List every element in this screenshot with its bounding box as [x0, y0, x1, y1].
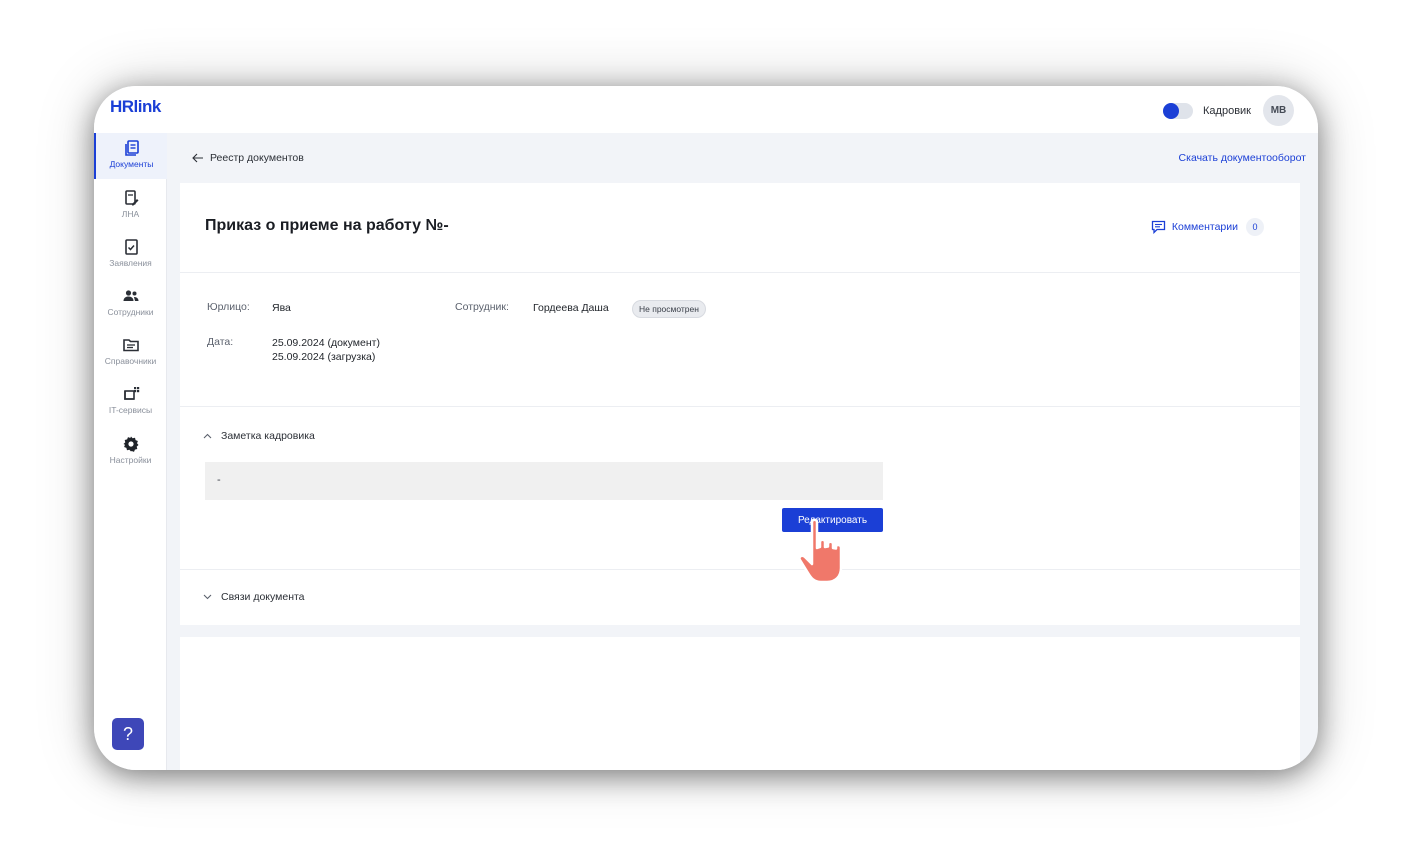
app-window: HRlink Кадровик МВ Документы ЛНА Заявлен… [94, 86, 1318, 770]
arrow-left-icon [192, 153, 203, 163]
sidebar: Документы ЛНА Заявления Сотрудники Справ… [94, 133, 167, 770]
applications-icon [124, 239, 138, 255]
divider [180, 406, 1300, 407]
role-switcher: Кадровик МВ [1163, 95, 1294, 126]
sidebar-item-label: Сотрудники [107, 307, 154, 317]
employee-value[interactable]: Гордеева Даша [533, 301, 609, 315]
back-link[interactable]: Реестр документов [192, 152, 304, 164]
chevron-up-icon [203, 433, 212, 439]
note-section-label: Заметка кадровика [221, 430, 315, 442]
sidebar-item-it-services[interactable]: IT-сервисы [94, 379, 167, 425]
breadcrumb: Реестр документов Скачать документооборо… [180, 133, 1306, 183]
date-label: Дата: [207, 336, 234, 348]
settings-icon [123, 436, 138, 452]
hr-note-text: - [205, 462, 883, 500]
role-toggle[interactable] [1163, 102, 1194, 119]
sidebar-item-label: Документы [109, 159, 154, 169]
employee-label: Сотрудник: [455, 301, 509, 313]
legal-entity-label: Юрлицо: [207, 301, 250, 313]
comments-count-badge: 0 [1246, 218, 1264, 236]
sidebar-item-applications[interactable]: Заявления [94, 232, 167, 278]
it-services-icon [123, 387, 139, 400]
sidebar-item-directories[interactable]: Справочники [94, 330, 167, 376]
toggle-knob [1163, 102, 1180, 119]
divider [180, 272, 1300, 273]
date-upload-value: 25.09.2024 (загрузка) [272, 351, 376, 363]
links-section-toggle[interactable]: Связи документа [203, 591, 305, 603]
top-bar: HRlink Кадровик МВ [94, 86, 1318, 133]
role-label: Кадровик [1203, 104, 1251, 117]
sidebar-item-settings[interactable]: Настройки [94, 429, 167, 475]
secondary-card [180, 637, 1300, 770]
page-title: Приказ о приеме на работу №- [205, 217, 449, 234]
sidebar-item-label: IT-сервисы [108, 405, 153, 415]
status-badge: Не просмотрен [632, 300, 706, 318]
sidebar-item-lna[interactable]: ЛНА [94, 183, 167, 229]
app-logo[interactable]: HRlink [110, 97, 161, 117]
help-button[interactable]: ? [112, 718, 144, 750]
document-card: Приказ о приеме на работу №- Комментарии… [180, 183, 1300, 625]
sidebar-item-label: Справочники [104, 356, 157, 366]
date-document-value: 25.09.2024 (документ) [272, 337, 380, 349]
hand-pointer-icon [798, 518, 843, 584]
legal-entity-value: Ява [272, 302, 291, 314]
documents-icon [124, 140, 139, 156]
links-section-label: Связи документа [221, 591, 305, 603]
comments-label: Комментарии [1171, 221, 1238, 233]
sidebar-item-label: Заявления [109, 258, 152, 268]
sidebar-item-employees[interactable]: Сотрудники [94, 281, 167, 327]
sidebar-item-label: Настройки [109, 455, 152, 465]
sidebar-item-documents[interactable]: Документы [94, 133, 167, 179]
download-docflow-link[interactable]: Скачать документооборот [1179, 152, 1306, 164]
avatar[interactable]: МВ [1263, 95, 1294, 126]
sidebar-item-label: ЛНА [121, 209, 140, 219]
divider [180, 569, 1300, 570]
employees-icon [123, 290, 138, 301]
chevron-down-icon [203, 594, 212, 600]
back-link-label: Реестр документов [210, 152, 304, 164]
lna-icon [124, 190, 138, 206]
comment-icon [1151, 220, 1166, 234]
note-section-toggle[interactable]: Заметка кадровика [203, 430, 315, 442]
directories-icon [122, 339, 139, 352]
comments-button[interactable]: Комментарии 0 [1151, 218, 1264, 236]
